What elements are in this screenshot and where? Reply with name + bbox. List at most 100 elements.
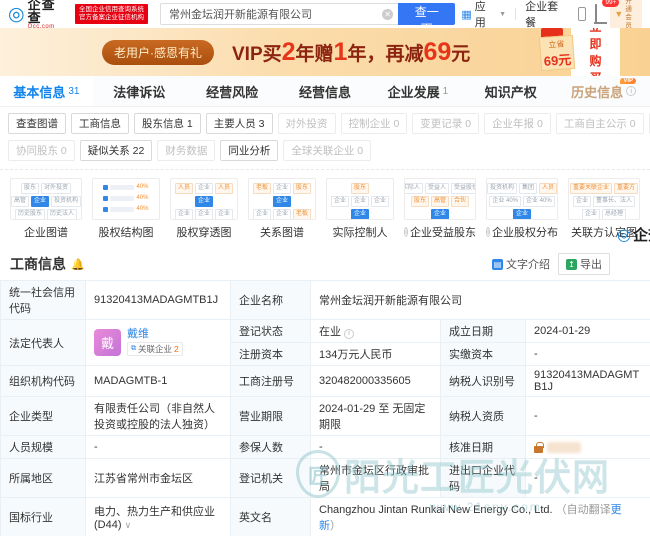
- graph-preview: 40%40%40%: [92, 178, 160, 220]
- mini-node: 企业: [273, 183, 291, 194]
- mini-node: 老板: [293, 209, 311, 220]
- mini-node: 企业: [351, 209, 369, 220]
- tab-history[interactable]: 历史信息VIPi: [557, 76, 650, 106]
- field-value: 在业 i: [311, 320, 441, 343]
- field-label: 企业类型: [1, 397, 86, 436]
- mini-node: [110, 185, 134, 190]
- legal-rep-link[interactable]: 戴维: [127, 329, 183, 340]
- doc-icon: ▤: [492, 259, 503, 270]
- mini-node: 重要关联企业: [570, 183, 612, 194]
- field-label: 登记状态: [231, 320, 311, 343]
- field-label: 工商注册号: [231, 366, 311, 397]
- search-button[interactable]: 查一下: [398, 3, 455, 25]
- mini-node: 总经理: [602, 209, 626, 220]
- graph-preview: 老板企业股东企业企业企业老板: [248, 178, 316, 220]
- mini-node: 股东: [293, 183, 311, 194]
- field-label: 企业名称: [231, 281, 311, 320]
- graph-preview: 实际人受益人受益股份股东高管合伙企业: [404, 178, 476, 220]
- table-row: 人员规模 - 参保人数 - 核准日期: [1, 436, 650, 459]
- text-intro-button[interactable]: ▤ 文字介绍: [492, 256, 550, 272]
- qcc-logo-text: 企查查: [28, 0, 69, 24]
- industry-value[interactable]: 电力、热力生产和供应业 (D44) ∨: [86, 498, 231, 536]
- subnav-shareholders[interactable]: 股东信息 1: [134, 113, 201, 134]
- graph-card-equity-distribution-card[interactable]: 投资机构集团人员企业 40%企业 40%企业i企业股权分布: [486, 178, 558, 240]
- graph-card-equity-penetration[interactable]: 人员企业人员企业企业企业企业股权穿透图: [170, 178, 238, 240]
- enterprise-package-link[interactable]: 企业套餐: [525, 0, 568, 30]
- tab-basic-info[interactable]: 基本信息31: [0, 76, 93, 106]
- business-info-section-header: 工商信息 🔔 ▤ 文字介绍 ↥ 导出: [0, 246, 650, 280]
- subnav-chacha-graph[interactable]: 查查图谱: [8, 113, 66, 134]
- subnav-controlled-companies: 控制企业 0: [341, 113, 408, 134]
- search-clear-icon[interactable]: ✕: [382, 9, 393, 20]
- table-row: 国标行业 电力、热力生产和供应业 (D44) ∨ 英文名 Changzhou J…: [1, 498, 650, 536]
- mini-node: [110, 196, 134, 201]
- promo-headline: VIP买2年赠1年，再减69元: [232, 38, 470, 67]
- business-info-table: 统一社会信用代码 91320413MADAGMTB1J 企业名称 常州金坛润开新…: [0, 280, 650, 536]
- tab-development[interactable]: 企业发展1: [371, 76, 464, 106]
- field-label: 参保人数: [231, 436, 311, 459]
- notifications-button[interactable]: 99+: [595, 5, 597, 23]
- subnav-peer-analysis[interactable]: 同业分析: [220, 140, 278, 161]
- info-icon: i: [486, 227, 490, 237]
- mini-node: 企业: [513, 209, 531, 220]
- graph-card-actual-controller-card[interactable]: 股东企业企业企业企业实际控制人: [326, 178, 394, 240]
- qcc-logo[interactable]: ◎ 企查查 Qcc.com: [8, 0, 69, 30]
- info-icon: i: [626, 86, 636, 96]
- graph-card-label: 关系图谱: [248, 224, 316, 240]
- mini-node: 企业: [31, 196, 49, 207]
- subnav-business-info[interactable]: 工商信息: [71, 113, 129, 134]
- graph-card-company-graph[interactable]: 股东对外投资高管企业投资机构历史股东历史法人企业图谱: [10, 178, 82, 240]
- related-companies-badge[interactable]: ⧉ 关联企业 2: [127, 342, 183, 357]
- mini-node: 企业: [351, 196, 369, 207]
- export-button[interactable]: ↥ 导出: [558, 253, 610, 275]
- tab-operation[interactable]: 经营信息: [279, 76, 372, 106]
- mini-node: [103, 207, 108, 212]
- tab-ip[interactable]: 知识产权: [464, 76, 557, 106]
- field-label: 纳税人资质: [441, 397, 526, 436]
- tab-legal[interactable]: 法律诉讼: [93, 76, 186, 106]
- mini-node: 企业: [195, 209, 213, 220]
- mini-node: [110, 207, 134, 212]
- mobile-app-icon[interactable]: [578, 7, 587, 21]
- field-value: 2024-01-29: [526, 320, 650, 343]
- field-value: 有限责任公司（非自然人投资或控股的法人独资）: [86, 397, 231, 436]
- field-value: 320482000335605: [311, 366, 441, 397]
- mini-node: 高管: [431, 196, 449, 207]
- apps-menu[interactable]: ▦ 应用 ▼: [461, 0, 506, 30]
- graph-preview: 投资机构集团人员企业 40%企业 40%企业: [486, 178, 558, 220]
- buy-now-button[interactable]: 立即购买: [571, 28, 620, 76]
- field-label: 法定代表人: [1, 320, 86, 366]
- mini-node: 人员: [539, 183, 557, 194]
- mini-node: 企业: [331, 196, 349, 207]
- subnav-suspected-relations[interactable]: 疑似关系 22: [80, 140, 153, 161]
- subnav-key-people[interactable]: 主要人员 3: [206, 113, 273, 134]
- english-name-value: Changzhou Jintan Runkai New Energy Co., …: [311, 498, 650, 536]
- graph-card-label: 实际控制人: [326, 224, 394, 240]
- subnav-outbound-investment: 对外投资: [278, 113, 336, 134]
- field-value: -: [526, 459, 650, 498]
- vip-promo-banner[interactable]: 老用户·感恩有礼 VIP买2年赠1年，再减69元 立省 69元 立即购买: [0, 28, 650, 76]
- page: ◎ 企查查 Qcc.com 全国企业信用查询系统 官方备案企业征信机构 ✕ 查一…: [0, 0, 650, 536]
- mini-node: 股东: [351, 183, 369, 194]
- field-label: 所属地区: [1, 459, 86, 498]
- info-icon[interactable]: i: [344, 329, 354, 339]
- mini-node: 企业: [253, 209, 271, 220]
- subscribe-bell-icon[interactable]: 🔔: [71, 258, 85, 271]
- tab-risk[interactable]: 经营风险: [186, 76, 279, 106]
- vip-badge: VIP: [620, 78, 636, 84]
- mini-node: 企业: [195, 183, 213, 194]
- graph-card-label: 企业图谱: [10, 224, 82, 240]
- mini-node: 受益人: [425, 183, 449, 194]
- search-input[interactable]: [160, 3, 398, 25]
- approval-date-locked-value[interactable]: [526, 436, 650, 459]
- mini-node: 实际人: [404, 183, 423, 194]
- link-icon: ⧉: [131, 344, 136, 355]
- graph-card-relationship-graph[interactable]: 老板企业股东企业企业企业老板关系图谱: [248, 178, 316, 240]
- mini-node: 合伙: [451, 196, 469, 207]
- table-row: 统一社会信用代码 91320413MADAGMTB1J 企业名称 常州金坛润开新…: [1, 281, 650, 320]
- mini-node: 企业: [371, 196, 389, 207]
- graph-card-equity-structure[interactable]: 40%40%40%股权结构图: [92, 178, 160, 240]
- graph-card-beneficial-shareholders-card[interactable]: 实际人受益人受益股份股东高管合伙企业i企业受益股东: [404, 178, 476, 240]
- mini-node: 企业: [273, 209, 291, 220]
- avatar[interactable]: 戴: [94, 329, 121, 356]
